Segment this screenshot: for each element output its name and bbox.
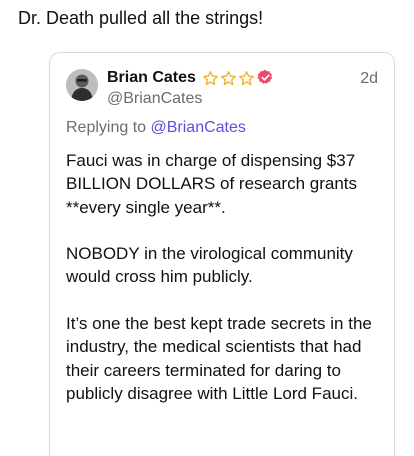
star-outline-icon bbox=[221, 70, 236, 85]
verified-badge-icon bbox=[257, 69, 273, 84]
page: Dr. Death pulled all the strings! Brian … bbox=[0, 0, 414, 456]
replying-handle-link[interactable]: @BrianCates bbox=[151, 119, 246, 136]
quoted-post-card[interactable]: Brian Cates 2d @BrianCates Replying to @… bbox=[49, 52, 395, 456]
avatar[interactable] bbox=[66, 69, 98, 101]
body-paragraph: NOBODY in the virological community woul… bbox=[66, 244, 353, 287]
author-name[interactable]: Brian Cates bbox=[107, 68, 196, 88]
replying-label: Replying to bbox=[66, 119, 147, 136]
replying-to: Replying to @BrianCates bbox=[66, 118, 246, 138]
quoted-post-body: Fauci was in charge of dispensing $37 BI… bbox=[66, 149, 386, 429]
star-outline-icon bbox=[203, 70, 218, 85]
star-badges bbox=[202, 68, 256, 88]
author-handle[interactable]: @BrianCates bbox=[107, 89, 202, 109]
timestamp[interactable]: 2d bbox=[360, 69, 378, 89]
star-outline-icon bbox=[239, 70, 254, 85]
body-paragraph: It’s one the best kept trade secrets in … bbox=[66, 314, 372, 403]
body-paragraph: Fauci was in charge of dispensing $37 BI… bbox=[66, 151, 358, 217]
post-text: Dr. Death pulled all the strings! bbox=[18, 8, 264, 28]
